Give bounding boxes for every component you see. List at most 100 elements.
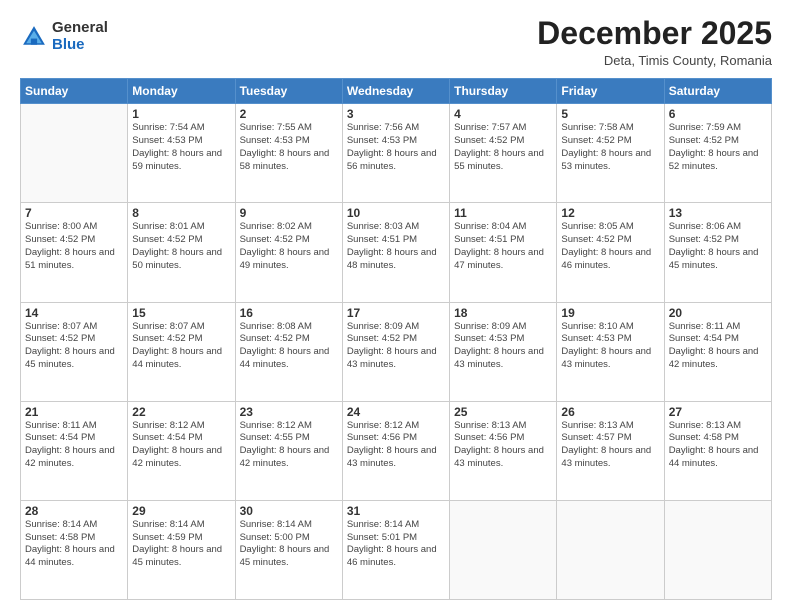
day-info: Sunrise: 8:07 AM Sunset: 4:52 PM Dayligh… xyxy=(132,321,230,372)
day-number: 30 xyxy=(240,504,338,518)
day-info: Sunrise: 8:11 AM Sunset: 4:54 PM Dayligh… xyxy=(669,321,767,372)
daylight-label: Daylight: 8 hours and 51 minutes. xyxy=(25,247,115,271)
sunset-label: Sunset: 4:56 PM xyxy=(454,432,524,443)
table-row: 9 Sunrise: 8:02 AM Sunset: 4:52 PM Dayli… xyxy=(235,203,342,302)
day-info: Sunrise: 7:56 AM Sunset: 4:53 PM Dayligh… xyxy=(347,122,445,173)
daylight-label: Daylight: 8 hours and 52 minutes. xyxy=(669,148,759,172)
day-number: 28 xyxy=(25,504,123,518)
daylight-label: Daylight: 8 hours and 55 minutes. xyxy=(454,148,544,172)
table-row: 26 Sunrise: 8:13 AM Sunset: 4:57 PM Dayl… xyxy=(557,401,664,500)
sunset-label: Sunset: 4:52 PM xyxy=(25,333,95,344)
sunset-label: Sunset: 4:52 PM xyxy=(669,234,739,245)
logo: General Blue xyxy=(20,20,108,53)
day-info: Sunrise: 8:14 AM Sunset: 4:58 PM Dayligh… xyxy=(25,519,123,570)
day-number: 8 xyxy=(132,206,230,220)
sunrise-label: Sunrise: 8:13 AM xyxy=(561,420,633,431)
sunset-label: Sunset: 4:52 PM xyxy=(240,234,310,245)
sunset-label: Sunset: 4:52 PM xyxy=(132,234,202,245)
day-info: Sunrise: 8:06 AM Sunset: 4:52 PM Dayligh… xyxy=(669,221,767,272)
sunset-label: Sunset: 4:52 PM xyxy=(240,333,310,344)
day-info: Sunrise: 8:05 AM Sunset: 4:52 PM Dayligh… xyxy=(561,221,659,272)
table-row: 13 Sunrise: 8:06 AM Sunset: 4:52 PM Dayl… xyxy=(664,203,771,302)
sunrise-label: Sunrise: 8:13 AM xyxy=(669,420,741,431)
sunrise-label: Sunrise: 8:04 AM xyxy=(454,221,526,232)
daylight-label: Daylight: 8 hours and 46 minutes. xyxy=(561,247,651,271)
month-title: December 2025 xyxy=(537,16,772,51)
sunrise-label: Sunrise: 7:58 AM xyxy=(561,122,633,133)
table-row: 15 Sunrise: 8:07 AM Sunset: 4:52 PM Dayl… xyxy=(128,302,235,401)
day-number: 14 xyxy=(25,306,123,320)
table-row: 17 Sunrise: 8:09 AM Sunset: 4:52 PM Dayl… xyxy=(342,302,449,401)
day-info: Sunrise: 8:07 AM Sunset: 4:52 PM Dayligh… xyxy=(25,321,123,372)
daylight-label: Daylight: 8 hours and 44 minutes. xyxy=(132,346,222,370)
day-info: Sunrise: 8:13 AM Sunset: 4:57 PM Dayligh… xyxy=(561,420,659,471)
sunrise-label: Sunrise: 8:08 AM xyxy=(240,321,312,332)
table-row: 3 Sunrise: 7:56 AM Sunset: 4:53 PM Dayli… xyxy=(342,104,449,203)
table-row: 4 Sunrise: 7:57 AM Sunset: 4:52 PM Dayli… xyxy=(450,104,557,203)
day-number: 7 xyxy=(25,206,123,220)
sunset-label: Sunset: 4:53 PM xyxy=(347,135,417,146)
table-row: 25 Sunrise: 8:13 AM Sunset: 4:56 PM Dayl… xyxy=(450,401,557,500)
day-number: 29 xyxy=(132,504,230,518)
sunset-label: Sunset: 4:51 PM xyxy=(347,234,417,245)
sunrise-label: Sunrise: 7:56 AM xyxy=(347,122,419,133)
day-number: 19 xyxy=(561,306,659,320)
sunrise-label: Sunrise: 8:14 AM xyxy=(347,519,419,530)
title-block: December 2025 Deta, Timis County, Romani… xyxy=(537,16,772,68)
day-info: Sunrise: 8:09 AM Sunset: 4:53 PM Dayligh… xyxy=(454,321,552,372)
sunset-label: Sunset: 4:59 PM xyxy=(132,532,202,543)
day-info: Sunrise: 8:10 AM Sunset: 4:53 PM Dayligh… xyxy=(561,321,659,372)
table-row: 27 Sunrise: 8:13 AM Sunset: 4:58 PM Dayl… xyxy=(664,401,771,500)
daylight-label: Daylight: 8 hours and 44 minutes. xyxy=(25,544,115,568)
daylight-label: Daylight: 8 hours and 42 minutes. xyxy=(25,445,115,469)
sunrise-label: Sunrise: 8:11 AM xyxy=(669,321,741,332)
logo-blue: Blue xyxy=(52,37,108,54)
table-row: 23 Sunrise: 8:12 AM Sunset: 4:55 PM Dayl… xyxy=(235,401,342,500)
table-row: 31 Sunrise: 8:14 AM Sunset: 5:01 PM Dayl… xyxy=(342,500,449,599)
daylight-label: Daylight: 8 hours and 59 minutes. xyxy=(132,148,222,172)
table-row: 30 Sunrise: 8:14 AM Sunset: 5:00 PM Dayl… xyxy=(235,500,342,599)
table-row: 29 Sunrise: 8:14 AM Sunset: 4:59 PM Dayl… xyxy=(128,500,235,599)
daylight-label: Daylight: 8 hours and 42 minutes. xyxy=(132,445,222,469)
sunrise-label: Sunrise: 8:13 AM xyxy=(454,420,526,431)
sunset-label: Sunset: 4:58 PM xyxy=(669,432,739,443)
daylight-label: Daylight: 8 hours and 44 minutes. xyxy=(240,346,330,370)
day-number: 9 xyxy=(240,206,338,220)
day-number: 1 xyxy=(132,107,230,121)
day-info: Sunrise: 8:08 AM Sunset: 4:52 PM Dayligh… xyxy=(240,321,338,372)
day-number: 24 xyxy=(347,405,445,419)
daylight-label: Daylight: 8 hours and 43 minutes. xyxy=(454,346,544,370)
sunset-label: Sunset: 4:55 PM xyxy=(240,432,310,443)
table-row: 28 Sunrise: 8:14 AM Sunset: 4:58 PM Dayl… xyxy=(21,500,128,599)
table-row: 18 Sunrise: 8:09 AM Sunset: 4:53 PM Dayl… xyxy=(450,302,557,401)
day-number: 6 xyxy=(669,107,767,121)
daylight-label: Daylight: 8 hours and 44 minutes. xyxy=(669,445,759,469)
daylight-label: Daylight: 8 hours and 45 minutes. xyxy=(669,247,759,271)
day-number: 10 xyxy=(347,206,445,220)
daylight-label: Daylight: 8 hours and 53 minutes. xyxy=(561,148,651,172)
day-number: 31 xyxy=(347,504,445,518)
table-row: 24 Sunrise: 8:12 AM Sunset: 4:56 PM Dayl… xyxy=(342,401,449,500)
daylight-label: Daylight: 8 hours and 46 minutes. xyxy=(347,544,437,568)
sunrise-label: Sunrise: 8:12 AM xyxy=(347,420,419,431)
location: Deta, Timis County, Romania xyxy=(537,53,772,68)
table-row: 14 Sunrise: 8:07 AM Sunset: 4:52 PM Dayl… xyxy=(21,302,128,401)
sunset-label: Sunset: 4:52 PM xyxy=(669,135,739,146)
day-number: 12 xyxy=(561,206,659,220)
day-number: 4 xyxy=(454,107,552,121)
day-number: 5 xyxy=(561,107,659,121)
sunrise-label: Sunrise: 8:12 AM xyxy=(132,420,204,431)
daylight-label: Daylight: 8 hours and 43 minutes. xyxy=(347,445,437,469)
sunrise-label: Sunrise: 8:11 AM xyxy=(25,420,97,431)
day-info: Sunrise: 8:09 AM Sunset: 4:52 PM Dayligh… xyxy=(347,321,445,372)
day-info: Sunrise: 8:14 AM Sunset: 4:59 PM Dayligh… xyxy=(132,519,230,570)
table-row: 20 Sunrise: 8:11 AM Sunset: 4:54 PM Dayl… xyxy=(664,302,771,401)
sunrise-label: Sunrise: 8:07 AM xyxy=(25,321,97,332)
day-number: 20 xyxy=(669,306,767,320)
table-row: 21 Sunrise: 8:11 AM Sunset: 4:54 PM Dayl… xyxy=(21,401,128,500)
col-tuesday: Tuesday xyxy=(235,79,342,104)
sunset-label: Sunset: 4:52 PM xyxy=(454,135,524,146)
daylight-label: Daylight: 8 hours and 43 minutes. xyxy=(561,445,651,469)
day-number: 18 xyxy=(454,306,552,320)
sunrise-label: Sunrise: 8:09 AM xyxy=(454,321,526,332)
